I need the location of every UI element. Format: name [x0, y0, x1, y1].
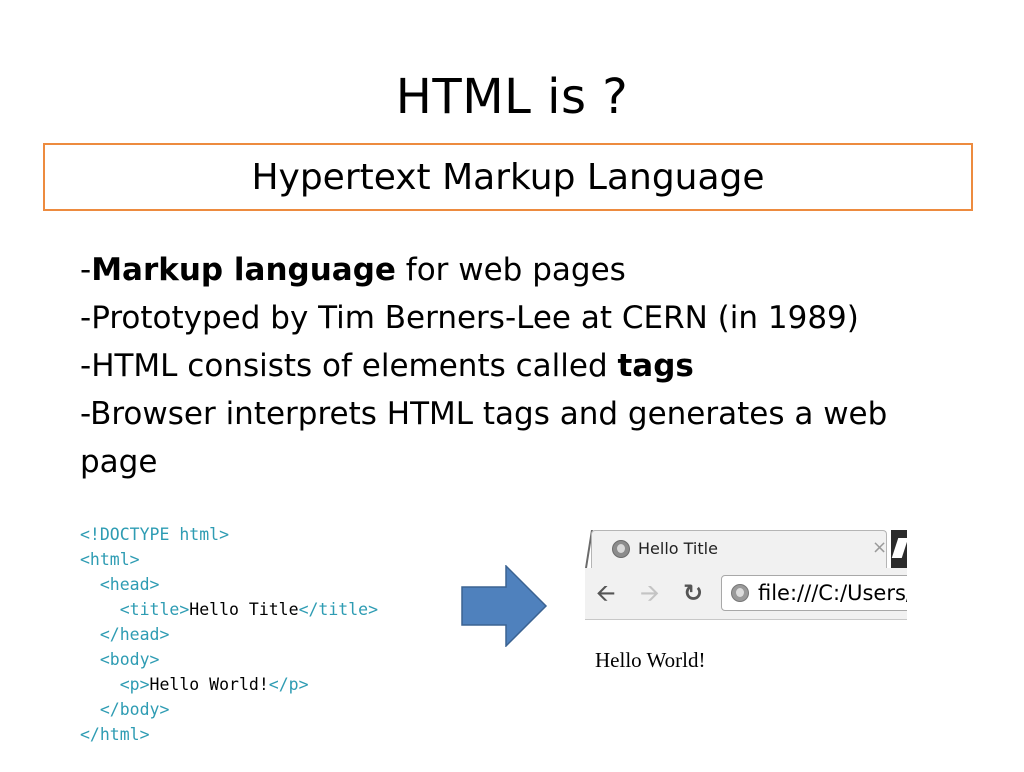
code-sample: <!DOCTYPE html> <html> <head> <title>Hell…: [80, 497, 378, 772]
right-arrow-icon: [461, 565, 548, 647]
bullet-item: -Browser interprets HTML tags and genera…: [80, 396, 888, 480]
browser-screenshot: Hello Title × 🡨 🡪 ↻ file:///C:/Users/ He…: [585, 530, 907, 685]
bullet-bold: tags: [617, 348, 694, 384]
globe-icon: [612, 540, 630, 558]
tab-title: Hello Title: [638, 539, 718, 558]
back-arrow-icon[interactable]: 🡨: [596, 579, 616, 607]
code-line: </body>: [80, 700, 170, 719]
subtitle-text: Hypertext Markup Language: [251, 157, 765, 198]
new-tab-button[interactable]: [891, 530, 907, 568]
tab-strip: Hello Title ×: [585, 530, 907, 568]
code-line: <!DOCTYPE html>: [80, 525, 230, 544]
forward-arrow-icon[interactable]: 🡪: [640, 579, 660, 607]
code-line: </head>: [80, 625, 170, 644]
subtitle-box: Hypertext Markup Language: [43, 143, 973, 211]
code-line: <title>Hello Title</title>: [80, 600, 379, 619]
code-line: <head>: [80, 575, 160, 594]
bullet-bold: Markup language: [91, 252, 396, 288]
bullet-item: -HTML consists of elements called tags: [80, 348, 694, 384]
page-icon: [731, 584, 749, 602]
code-line: <body>: [80, 650, 160, 669]
code-line: <p>Hello World!</p>: [80, 675, 309, 694]
browser-tab[interactable]: Hello Title ×: [591, 530, 887, 568]
code-line: <html>: [80, 550, 140, 569]
page-content: Hello World!: [595, 648, 706, 672]
address-text: file:///C:/Users/: [758, 581, 907, 605]
browser-toolbar: 🡨 🡪 ↻ file:///C:/Users/: [585, 568, 907, 620]
bullet-item: -Markup language for web pages: [80, 252, 626, 288]
arrow-shape: [461, 565, 548, 647]
reload-icon[interactable]: ↻: [683, 579, 703, 607]
slide-title: HTML is ?: [395, 69, 629, 125]
code-line: </html>: [80, 725, 150, 744]
bullet-item: -Prototyped by Tim Berners-Lee at CERN (…: [80, 300, 859, 336]
address-bar[interactable]: file:///C:/Users/: [721, 575, 907, 611]
bullet-list: -Markup language for web pages -Prototyp…: [80, 246, 950, 486]
close-icon[interactable]: ×: [872, 537, 887, 558]
